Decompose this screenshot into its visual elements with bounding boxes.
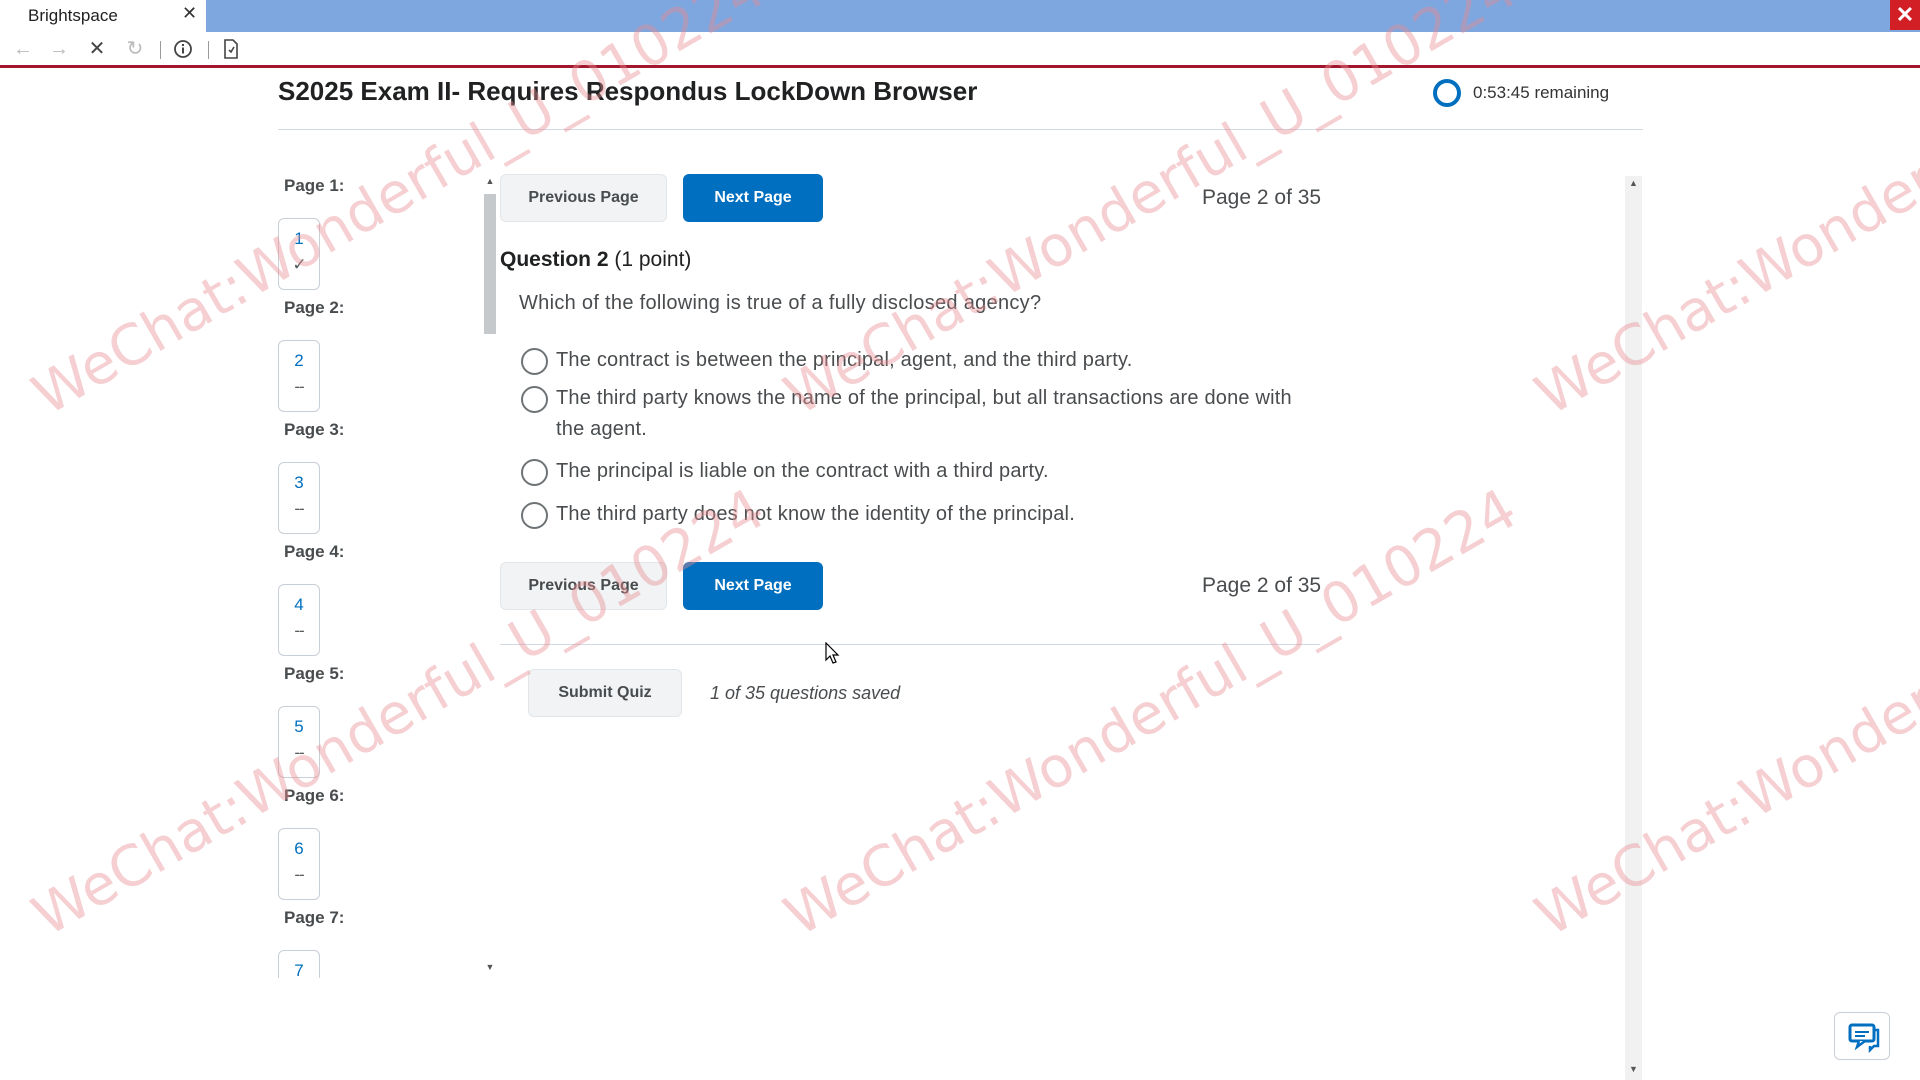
toolbar-divider [208, 41, 209, 59]
nav-page-status: -- [294, 621, 304, 640]
nav-page-button[interactable]: 3 -- [278, 462, 320, 534]
chat-icon [1848, 1023, 1880, 1054]
page-icon[interactable] [218, 37, 244, 61]
nav-page-label: Page 6: [284, 786, 345, 805]
nav-page-button[interactable]: 4 -- [278, 584, 320, 656]
nav-page-number: 2 [294, 351, 304, 370]
info-icon[interactable] [170, 37, 196, 61]
chat-button[interactable] [1834, 1012, 1890, 1060]
nav-page-label: Page 2: [284, 298, 345, 317]
page-indicator: Page 2 of 35 [1202, 186, 1322, 209]
scroll-down-arrow-icon[interactable]: ▼ [484, 962, 496, 972]
watermark: WeChat:Wonderful_U_010224 [774, 476, 1528, 950]
toolbar-divider [160, 41, 161, 59]
exam-title: S2025 Exam II- Requires Respondus LockDo… [278, 76, 978, 106]
nav-page-status: -- [294, 377, 304, 396]
timer-icon [1433, 79, 1461, 107]
page-indicator: Page 2 of 35 [1202, 574, 1322, 597]
nav-scrollbar-thumb[interactable] [484, 194, 496, 334]
watermark: WeChat:Wonderful_U_010224 [1525, 476, 1920, 950]
reload-icon[interactable]: ↻ [122, 37, 148, 61]
scroll-down-arrow-icon[interactable]: ▼ [1625, 1064, 1642, 1074]
next-page-button[interactable]: Next Page [683, 562, 823, 610]
nav-page-label: Page 3: [284, 420, 345, 439]
answer-option-text[interactable]: The third party knows the name of the pr… [556, 383, 1311, 445]
page-navigation: Page 1: 1 ✓ Page 2: 2 -- Page 3: 3 -- Pa… [278, 176, 498, 978]
nav-page-number: 1 [294, 229, 304, 248]
forward-arrow-icon[interactable]: → [46, 37, 72, 61]
saved-status: 1 of 35 questions saved [710, 683, 901, 703]
browser-tab[interactable]: Brightspace ✕ [0, 0, 206, 32]
nav-page-status: -- [294, 499, 304, 518]
nav-page-number: 7 [294, 961, 304, 978]
radio-button[interactable] [521, 386, 548, 413]
main-scrollbar[interactable]: ▲ ▼ [1625, 176, 1642, 1080]
answered-check-icon: ✓ [292, 255, 306, 274]
answer-option[interactable]: The third party does not know the identi… [521, 499, 1341, 530]
previous-page-button[interactable]: Previous Page [500, 562, 667, 610]
browser-tab-bar: Brightspace ✕ ✕ [0, 0, 1920, 32]
next-page-button[interactable]: Next Page [683, 174, 823, 222]
previous-page-button[interactable]: Previous Page [500, 174, 667, 222]
nav-page-number: 4 [294, 595, 304, 614]
content-divider [500, 644, 1320, 645]
nav-page-label: Page 1: [284, 176, 345, 195]
answer-option[interactable]: The principal is liable on the contract … [521, 456, 1341, 487]
answer-option-text[interactable]: The contract is between the principal, a… [556, 345, 1133, 376]
nav-page-button[interactable]: 6 -- [278, 828, 320, 900]
question-points: (1 point) [614, 248, 692, 271]
tab-title: Brightspace [28, 6, 118, 25]
window-close-icon[interactable]: ✕ [1890, 0, 1920, 30]
stop-icon[interactable]: ✕ [84, 37, 110, 61]
tab-close-icon[interactable]: ✕ [182, 3, 197, 24]
scroll-up-arrow-icon[interactable]: ▲ [1625, 178, 1642, 188]
browser-toolbar: ← → ✕ ↻ [0, 32, 1920, 66]
nav-page-button[interactable]: 7 [278, 950, 320, 978]
submit-quiz-button[interactable]: Submit Quiz [528, 669, 682, 717]
nav-page-label: Page 5: [284, 664, 345, 683]
back-arrow-icon[interactable]: ← [10, 37, 36, 61]
nav-page-button[interactable]: 1 ✓ [278, 218, 320, 290]
answer-option[interactable]: The third party knows the name of the pr… [521, 383, 1311, 445]
radio-button[interactable] [521, 348, 548, 375]
nav-page-status: -- [294, 865, 304, 884]
answer-option-text[interactable]: The third party does not know the identi… [556, 499, 1075, 530]
nav-page-label: Page 7: [284, 908, 345, 927]
answer-option[interactable]: The contract is between the principal, a… [521, 345, 1341, 376]
nav-page-status: -- [294, 743, 304, 762]
nav-page-number: 3 [294, 473, 304, 492]
window-top-border [0, 65, 1920, 68]
nav-page-button[interactable]: 5 -- [278, 706, 320, 778]
radio-button[interactable] [521, 459, 548, 486]
nav-page-number: 5 [294, 717, 304, 736]
question-title: Question 2 [500, 248, 609, 271]
scroll-up-arrow-icon[interactable]: ▲ [484, 176, 496, 186]
timer-text: 0:53:45 remaining [1473, 83, 1610, 102]
nav-page-button[interactable]: 2 -- [278, 340, 320, 412]
radio-button[interactable] [521, 502, 548, 529]
nav-page-label: Page 4: [284, 542, 345, 561]
question-heading: Question 2 (1 point) [500, 248, 691, 272]
timer: 0:53:45 remaining [1433, 79, 1609, 107]
header-divider [278, 129, 1643, 130]
answer-option-text[interactable]: The principal is liable on the contract … [556, 456, 1049, 487]
question-text: Which of the following is true of a full… [519, 292, 1042, 314]
nav-scrollbar[interactable]: ▲ ▼ [484, 176, 496, 978]
nav-page-number: 6 [294, 839, 304, 858]
mouse-cursor-icon [825, 642, 840, 664]
